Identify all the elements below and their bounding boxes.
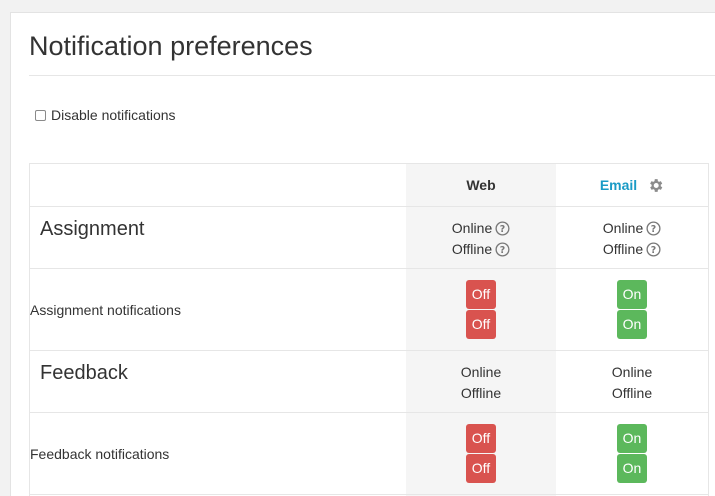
state-label: Online (603, 219, 643, 237)
web-states-cell: Online Offline (406, 351, 556, 413)
title-divider (29, 75, 715, 76)
state-label: Online (461, 363, 501, 381)
svg-text:?: ? (500, 223, 505, 234)
svg-text:?: ? (500, 244, 505, 255)
preference-row-assignment-notifications: Assignment notifications Off Off On On (30, 269, 709, 351)
disable-notifications-label: Disable notifications (51, 107, 176, 123)
disable-notifications-checkbox[interactable] (35, 110, 46, 121)
web-toggles-cell: Off Off (406, 413, 556, 495)
state-label: Online (612, 363, 652, 381)
header-empty-cell (30, 164, 407, 207)
email-toggles-cell: On On (556, 269, 709, 351)
preference-label: Assignment notifications (30, 269, 407, 351)
email-online-toggle[interactable]: On (617, 280, 647, 309)
email-states-cell: Online Offline (556, 351, 709, 413)
preferences-table: Web Email Assignment Online (29, 163, 709, 496)
email-online-toggle[interactable]: On (617, 424, 647, 453)
email-toggles-cell: On On (556, 413, 709, 495)
question-circle-icon[interactable]: ? (495, 242, 510, 257)
component-name-cell: Feedback (30, 351, 407, 413)
gear-icon[interactable] (647, 177, 664, 194)
web-header-label: Web (466, 177, 495, 193)
question-circle-icon[interactable]: ? (646, 242, 661, 257)
state-label: Online (452, 219, 492, 237)
email-offline-toggle[interactable]: On (617, 454, 647, 483)
disable-notifications-row[interactable]: Disable notifications (35, 107, 176, 123)
web-online-toggle[interactable]: Off (466, 280, 496, 309)
preference-label: Feedback notifications (30, 413, 407, 495)
web-offline-toggle[interactable]: Off (466, 310, 496, 339)
question-circle-icon[interactable]: ? (495, 221, 510, 236)
web-toggles-cell: Off Off (406, 269, 556, 351)
email-states-cell: Online ? Offline ? (556, 207, 709, 269)
question-circle-icon[interactable]: ? (646, 221, 661, 236)
state-label: Offline (452, 240, 492, 258)
table-header-row: Web Email (30, 164, 709, 207)
email-column-header: Email (556, 164, 709, 207)
svg-text:?: ? (651, 244, 656, 255)
component-name: Feedback (30, 351, 406, 385)
svg-text:?: ? (651, 223, 656, 234)
component-row-assignment: Assignment Online ? Offline (30, 207, 709, 269)
component-name-cell: Assignment (30, 207, 407, 269)
email-offline-toggle[interactable]: On (617, 310, 647, 339)
web-column-header: Web (406, 164, 556, 207)
component-row-feedback: Feedback Online Offline Online Offline (30, 351, 709, 413)
web-offline-toggle[interactable]: Off (466, 454, 496, 483)
email-header-label[interactable]: Email (600, 177, 637, 193)
page-title: Notification preferences (29, 31, 313, 62)
state-label: Offline (603, 240, 643, 258)
state-label: Offline (612, 384, 652, 402)
preference-row-feedback-notifications: Feedback notifications Off Off On On (30, 413, 709, 495)
component-name: Assignment (30, 207, 406, 241)
preferences-panel: Notification preferences Disable notific… (10, 12, 715, 496)
state-label: Offline (461, 384, 501, 402)
web-online-toggle[interactable]: Off (466, 424, 496, 453)
web-states-cell: Online ? Offline ? (406, 207, 556, 269)
